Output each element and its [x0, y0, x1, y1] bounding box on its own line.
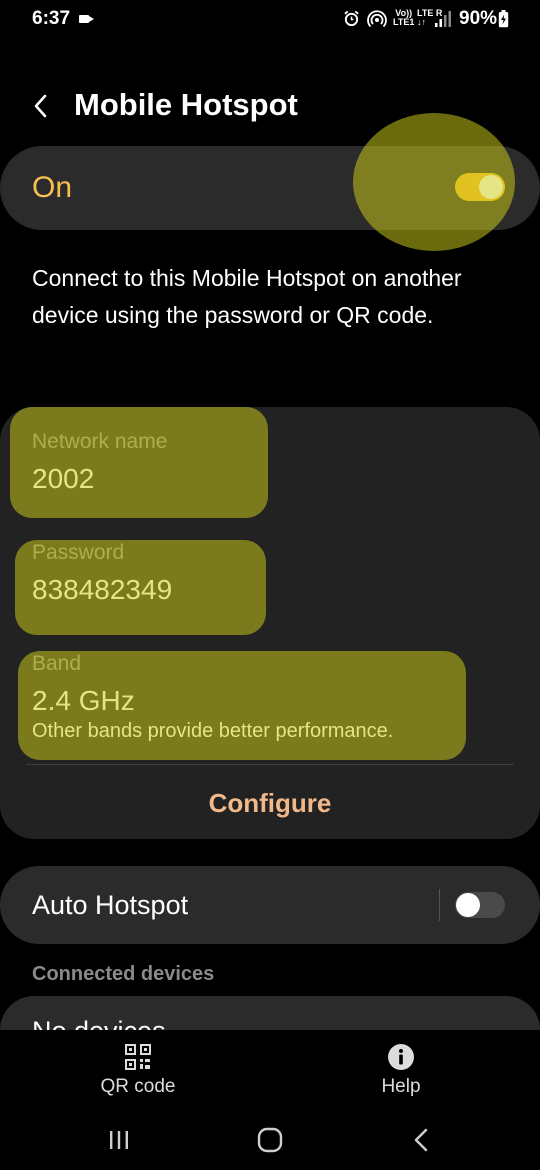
nav-back-icon[interactable]: [411, 1127, 431, 1153]
qr-code-button[interactable]: QR code: [68, 1040, 208, 1104]
band-note: Other bands provide better performance.: [32, 720, 394, 742]
qr-code-icon: [125, 1044, 151, 1070]
page-title: Mobile Hotspot: [74, 87, 298, 122]
screen-record-icon: [79, 15, 94, 23]
signal-icon: [435, 11, 451, 27]
configure-button[interactable]: Configure: [0, 772, 540, 834]
status-time: 6:37: [32, 8, 71, 29]
password-label: Password: [32, 541, 125, 564]
band-label: Band: [32, 652, 82, 675]
hotspot-state-label: On: [32, 171, 73, 204]
help-button[interactable]: Help: [341, 1040, 461, 1104]
divider: [26, 764, 514, 765]
connected-devices-header: Connected devices: [32, 963, 215, 985]
network-name-label: Network name: [32, 430, 168, 453]
vertical-divider: [439, 889, 440, 921]
help-label: Help: [381, 1076, 421, 1097]
recent-apps-icon[interactable]: [107, 1129, 131, 1151]
toggle-knob: [479, 175, 503, 199]
volte-indicator: Vo)) LTE1: [393, 8, 415, 27]
home-icon[interactable]: [257, 1127, 283, 1153]
hotspot-description: Connect to this Mobile Hotspot on anothe…: [32, 265, 462, 328]
alarm-icon: [344, 10, 359, 27]
status-bar: 6:37 Vo)) LTE1 LTE R ↓↑ 90%: [0, 0, 540, 40]
band-value: 2.4 GHz: [32, 685, 135, 716]
battery-percent: 90%: [459, 8, 498, 29]
hotspot-toggle[interactable]: [455, 173, 505, 201]
battery-charging-icon: [498, 10, 509, 28]
password-value: 838482349: [32, 574, 173, 605]
qr-code-label: QR code: [100, 1076, 176, 1097]
hotspot-icon: [367, 10, 387, 28]
back-arrow-icon[interactable]: [30, 90, 52, 122]
info-icon: [388, 1044, 414, 1070]
network-name-value: 2002: [32, 463, 95, 494]
toggle-knob: [456, 893, 480, 917]
auto-hotspot-label: Auto Hotspot: [32, 890, 189, 920]
auto-hotspot-toggle[interactable]: [455, 892, 505, 918]
